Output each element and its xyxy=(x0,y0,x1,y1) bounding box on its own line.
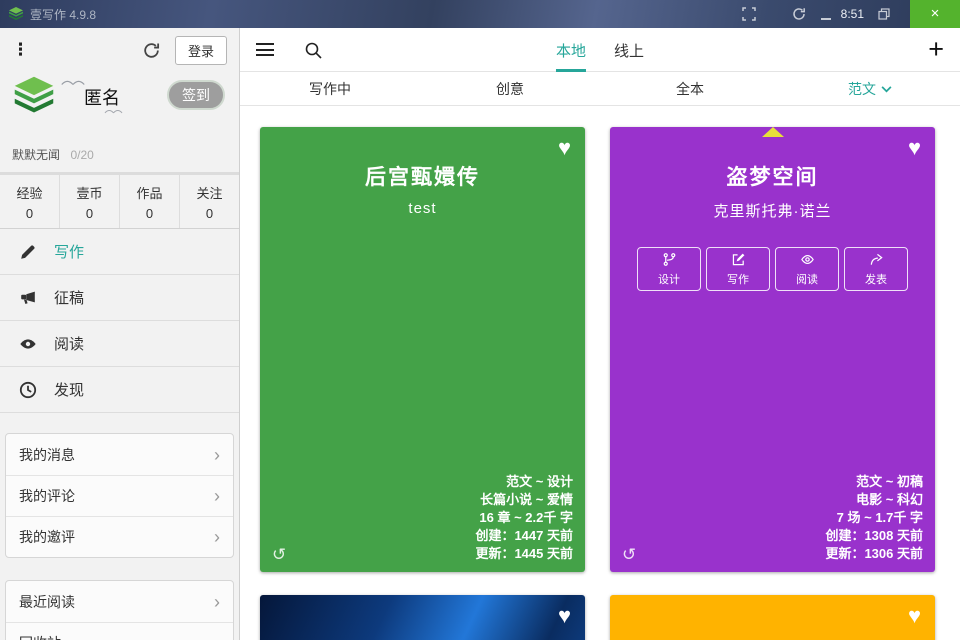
level-name: 默默无闻 xyxy=(12,148,60,162)
app-logo-icon xyxy=(8,6,24,22)
book-card-houggong[interactable]: ♥ 后宫甄嬛传 test 范文 ~ 设计 长篇小说 ~ 爱情 16 章 ~ 2.… xyxy=(260,127,585,572)
action-write-button[interactable]: 写作 xyxy=(706,247,770,291)
sidebar: ⋮ 登录 匿名 签到 默默 xyxy=(0,28,240,640)
stats-row: 经验 0 壹币 0 作品 0 关注 0 xyxy=(0,175,239,229)
sidebar-toolbar: ⋮ 登录 xyxy=(0,28,239,72)
add-work-icon[interactable]: + xyxy=(928,36,944,63)
history-icon[interactable]: ↺ xyxy=(622,545,636,565)
level-progress: 0/20 xyxy=(70,148,93,162)
filter-idea[interactable]: 创意 xyxy=(420,79,600,99)
book-subtitle: test xyxy=(260,200,585,217)
chevron-right-icon: › xyxy=(214,528,220,546)
dots-menu-icon[interactable]: ⋮ xyxy=(12,40,29,60)
checkin-button[interactable]: 签到 xyxy=(167,80,225,110)
action-publish-button[interactable]: 发表 xyxy=(844,247,908,291)
book-card-partial[interactable]: ♥ xyxy=(260,595,585,640)
action-design-button[interactable]: 设计 xyxy=(637,247,701,291)
tab-local[interactable]: 本地 xyxy=(556,28,586,72)
sidebar-group-my: 我的消息 › 我的评论 › 我的邀评 › xyxy=(5,433,234,558)
clock-time: 8:51 xyxy=(841,7,864,21)
maximize-button[interactable] xyxy=(876,6,892,22)
card-grid: ♥ 后宫甄嬛传 test 范文 ~ 设计 长篇小说 ~ 爱情 16 章 ~ 2.… xyxy=(240,106,960,640)
stat-works: 作品 0 xyxy=(119,175,179,228)
profile-section: 匿名 签到 xyxy=(0,72,239,142)
main-topbar: 本地 线上 + xyxy=(240,28,960,72)
bird-icon xyxy=(60,74,86,84)
minimize-button[interactable] xyxy=(819,9,833,20)
sidebar-item-my-invited-reviews[interactable]: 我的邀评 › xyxy=(6,516,233,557)
level-section: 默默无闻 0/20 xyxy=(0,142,239,175)
book-card-daomeng[interactable]: ♥ 盗梦空间 克里斯托弗·诺兰 设计 写作 xyxy=(610,127,935,572)
chevron-right-icon: › xyxy=(214,593,220,611)
stat-follows: 关注 0 xyxy=(179,175,239,228)
app-window: 壹写作 4.9.8 8:51 × ⋮ 登录 xyxy=(0,0,960,640)
titlebar: 壹写作 4.9.8 8:51 × xyxy=(0,0,960,28)
username: 匿名 xyxy=(84,84,120,110)
history-icon[interactable]: ↺ xyxy=(272,545,286,565)
sidebar-item-recycle-bin[interactable]: 回收站 › xyxy=(6,622,233,640)
sidebar-item-reading[interactable]: 阅读 xyxy=(0,321,239,367)
avatar[interactable] xyxy=(12,74,56,118)
filter-complete[interactable]: 全本 xyxy=(600,79,780,99)
level-progress-bar xyxy=(0,172,239,175)
hamburger-menu-icon[interactable] xyxy=(256,43,274,56)
filter-bar: 写作中 创意 全本 范文 xyxy=(240,72,960,106)
card-action-bar: 设计 写作 阅读 发表 xyxy=(610,247,935,291)
sidebar-item-submissions[interactable]: 征稿 xyxy=(0,275,239,321)
tab-online[interactable]: 线上 xyxy=(614,28,644,72)
favorite-heart-icon[interactable]: ♥ xyxy=(558,137,571,159)
chevron-right-icon: › xyxy=(214,446,220,464)
pencil-icon xyxy=(18,242,38,262)
favorite-heart-icon[interactable]: ♥ xyxy=(908,137,921,159)
megaphone-icon xyxy=(18,288,38,308)
action-read-button[interactable]: 阅读 xyxy=(775,247,839,291)
fullscreen-icon[interactable] xyxy=(741,6,757,22)
book-meta: 范文 ~ 初稿 电影 ~ 科幻 7 场 ~ 1.7千 字 创建：1308 天前 … xyxy=(825,473,923,563)
sidebar-group-recent: 最近阅读 › 回收站 › xyxy=(5,580,234,640)
app-title: 壹写作 4.9.8 xyxy=(30,6,96,23)
search-icon[interactable] xyxy=(304,41,322,59)
sidebar-item-my-messages[interactable]: 我的消息 › xyxy=(6,434,233,475)
chevron-right-icon: › xyxy=(214,634,220,640)
book-title: 后宫甄嬛传 xyxy=(260,127,585,191)
stat-coins: 壹币 0 xyxy=(59,175,119,228)
pin-marker xyxy=(762,127,784,137)
tab-bar: 本地 线上 xyxy=(556,28,644,72)
clock-icon xyxy=(18,380,38,400)
close-button[interactable]: × xyxy=(910,0,960,28)
book-card-partial[interactable]: ♥ xyxy=(610,595,935,640)
book-subtitle: 克里斯托弗·诺兰 xyxy=(610,200,935,221)
favorite-heart-icon[interactable]: ♥ xyxy=(908,605,921,627)
main-panel: 本地 线上 + 写作中 创意 全本 范文 ♥ 后宫甄嬛传 test xyxy=(240,28,960,640)
sidebar-item-my-comments[interactable]: 我的评论 › xyxy=(6,475,233,516)
favorite-heart-icon[interactable]: ♥ xyxy=(558,605,571,627)
stat-experience: 经验 0 xyxy=(0,175,59,228)
sidebar-item-writing[interactable]: 写作 xyxy=(0,229,239,275)
filter-writing[interactable]: 写作中 xyxy=(240,79,420,99)
login-button[interactable]: 登录 xyxy=(175,36,227,65)
filter-dropdown-sample[interactable]: 范文 xyxy=(780,79,960,99)
chevron-right-icon: › xyxy=(214,487,220,505)
eye-icon xyxy=(18,334,38,354)
refresh-icon[interactable] xyxy=(791,6,807,22)
book-meta: 范文 ~ 设计 长篇小说 ~ 爱情 16 章 ~ 2.2千 字 创建：1447 … xyxy=(475,473,573,563)
sidebar-item-recent-reading[interactable]: 最近阅读 › xyxy=(6,581,233,622)
sync-icon[interactable] xyxy=(142,41,161,60)
sidebar-item-discover[interactable]: 发现 xyxy=(0,367,239,413)
